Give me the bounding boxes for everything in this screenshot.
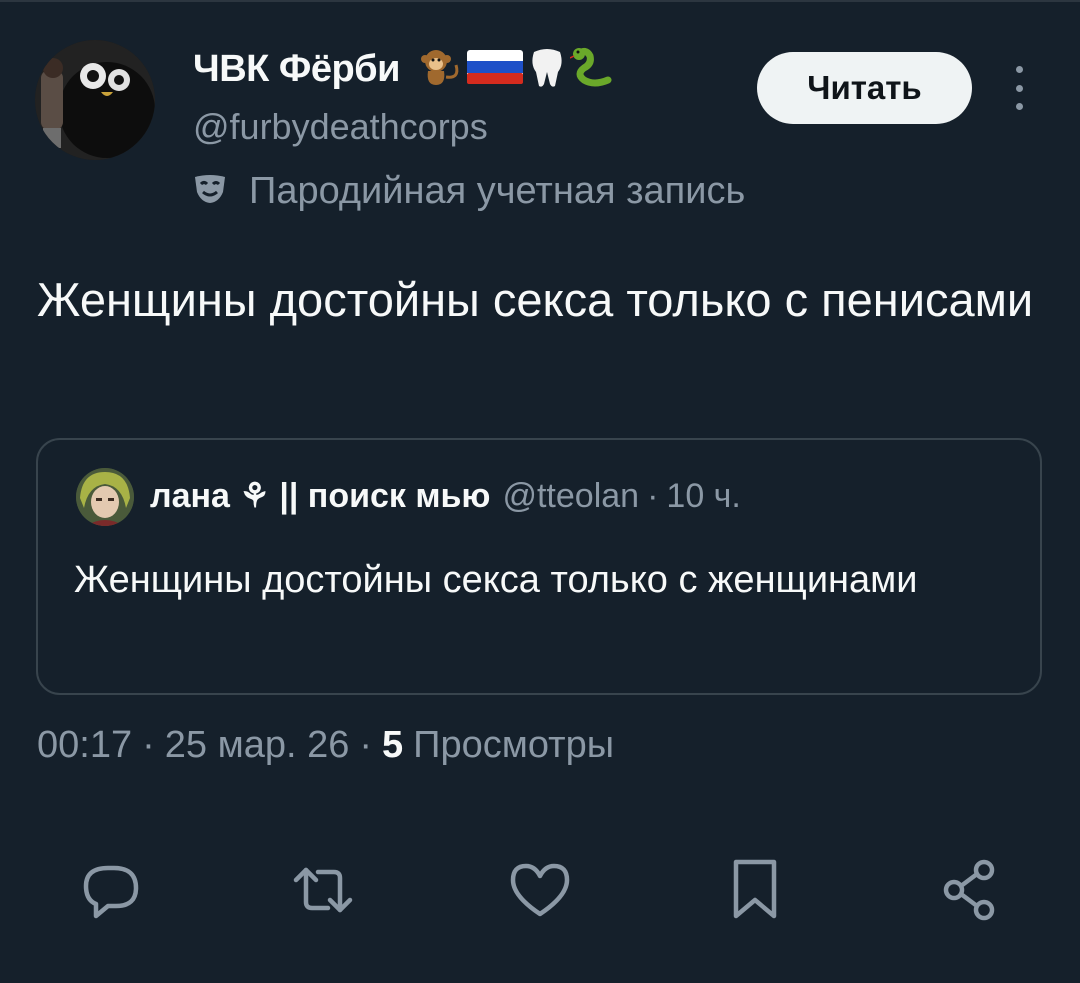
quote-author-handle[interactable]: @tteolan (502, 477, 639, 516)
quote-timestamp: 10 ч. (666, 477, 741, 515)
meta-separator: · (359, 724, 373, 766)
top-divider (0, 0, 1080, 2)
tweet-meta: 00:17 · 25 мар. 26 · 5 Просмотры (37, 724, 614, 767)
views-label: Просмотры (413, 724, 615, 766)
quote-author-avatar[interactable] (76, 468, 134, 526)
quote-header: лана ⚘ || поиск мью @tteolan · 10 ч. (150, 476, 741, 516)
follow-button[interactable]: Читать (757, 52, 972, 124)
author-avatar[interactable] (35, 40, 155, 160)
views-count: 5 (382, 724, 404, 766)
tweet-screen: ЧВК Фёрби @furbydeathcorps Пародийная уч… (0, 0, 1080, 983)
mask-icon (193, 174, 227, 209)
meta-separator: · (142, 724, 155, 766)
tooth-icon (528, 46, 566, 93)
author-name-row[interactable]: ЧВК Фёрби (193, 46, 616, 93)
tweet-time: 00:17 (37, 724, 133, 766)
monkey-icon (416, 47, 462, 92)
russia-flag-icon (466, 49, 524, 90)
like-icon[interactable] (505, 855, 575, 925)
author-flair (416, 46, 616, 93)
quote-separator: · (647, 477, 659, 515)
share-icon[interactable] (935, 855, 1005, 925)
tweet-date: 25 мар. 26 (164, 724, 350, 766)
parody-account-label: Пародийная учетная запись (193, 170, 745, 213)
more-options-icon[interactable] (1003, 66, 1035, 110)
quoted-tweet-card[interactable]: лана ⚘ || поиск мью @tteolan · 10 ч. Жен… (36, 438, 1042, 695)
snake-icon (569, 46, 616, 93)
reply-icon[interactable] (75, 855, 145, 925)
bookmark-icon[interactable] (720, 855, 790, 925)
action-bar (0, 855, 1080, 925)
parody-label-text: Пародийная учетная запись (249, 170, 746, 212)
quote-text: Женщины достойны секса только с женщинам… (74, 559, 918, 601)
retweet-icon[interactable] (288, 855, 358, 925)
author-handle[interactable]: @furbydeathcorps (193, 106, 488, 148)
author-display-name[interactable]: ЧВК Фёрби (193, 48, 401, 91)
quote-author-name[interactable]: лана ⚘ || поиск мью (150, 476, 490, 516)
tweet-text: Женщины достойны секса только с пенисами (37, 273, 1034, 326)
